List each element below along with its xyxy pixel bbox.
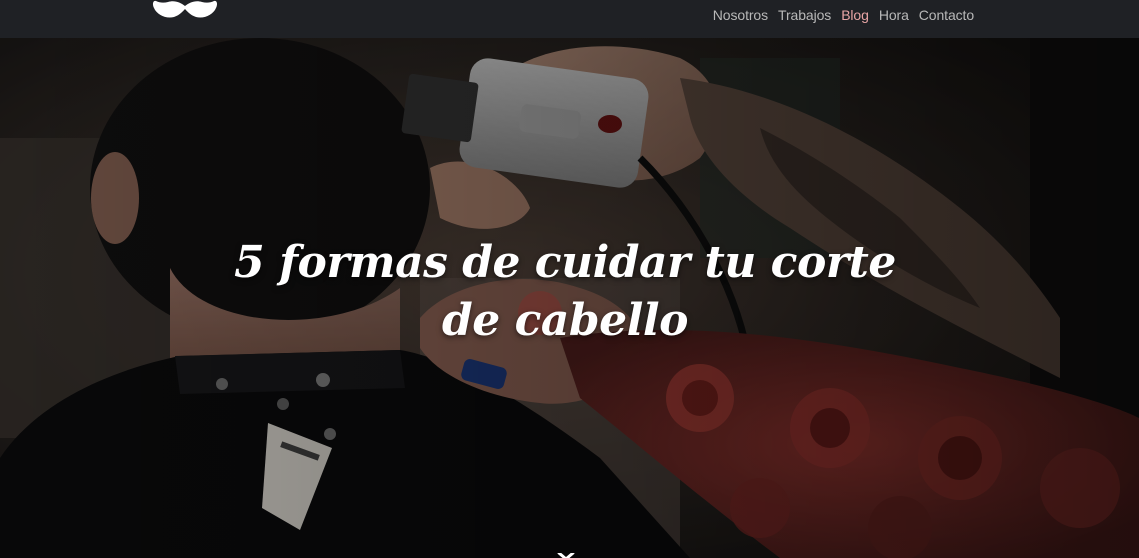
- nav-link-hora[interactable]: Hora: [879, 7, 909, 23]
- mustache-icon[interactable]: [152, 0, 218, 24]
- nav-link-contacto[interactable]: Contacto: [919, 7, 974, 23]
- hero-section: 5 formas de cuidar tu corte de cabello: [0, 38, 1139, 558]
- main-navigation: Nosotros Trabajos Blog Hora Contacto: [713, 0, 974, 30]
- top-navbar: Nosotros Trabajos Blog Hora Contacto: [0, 0, 1139, 38]
- nav-link-nosotros[interactable]: Nosotros: [713, 7, 768, 23]
- nav-link-trabajos[interactable]: Trabajos: [778, 7, 831, 23]
- page: Nosotros Trabajos Blog Hora Contacto 5 f…: [0, 0, 1139, 558]
- nav-link-blog[interactable]: Blog: [841, 7, 869, 23]
- chevron-down-icon[interactable]: [557, 550, 575, 558]
- hero-title: 5 formas de cuidar tu corte de cabello: [234, 237, 896, 346]
